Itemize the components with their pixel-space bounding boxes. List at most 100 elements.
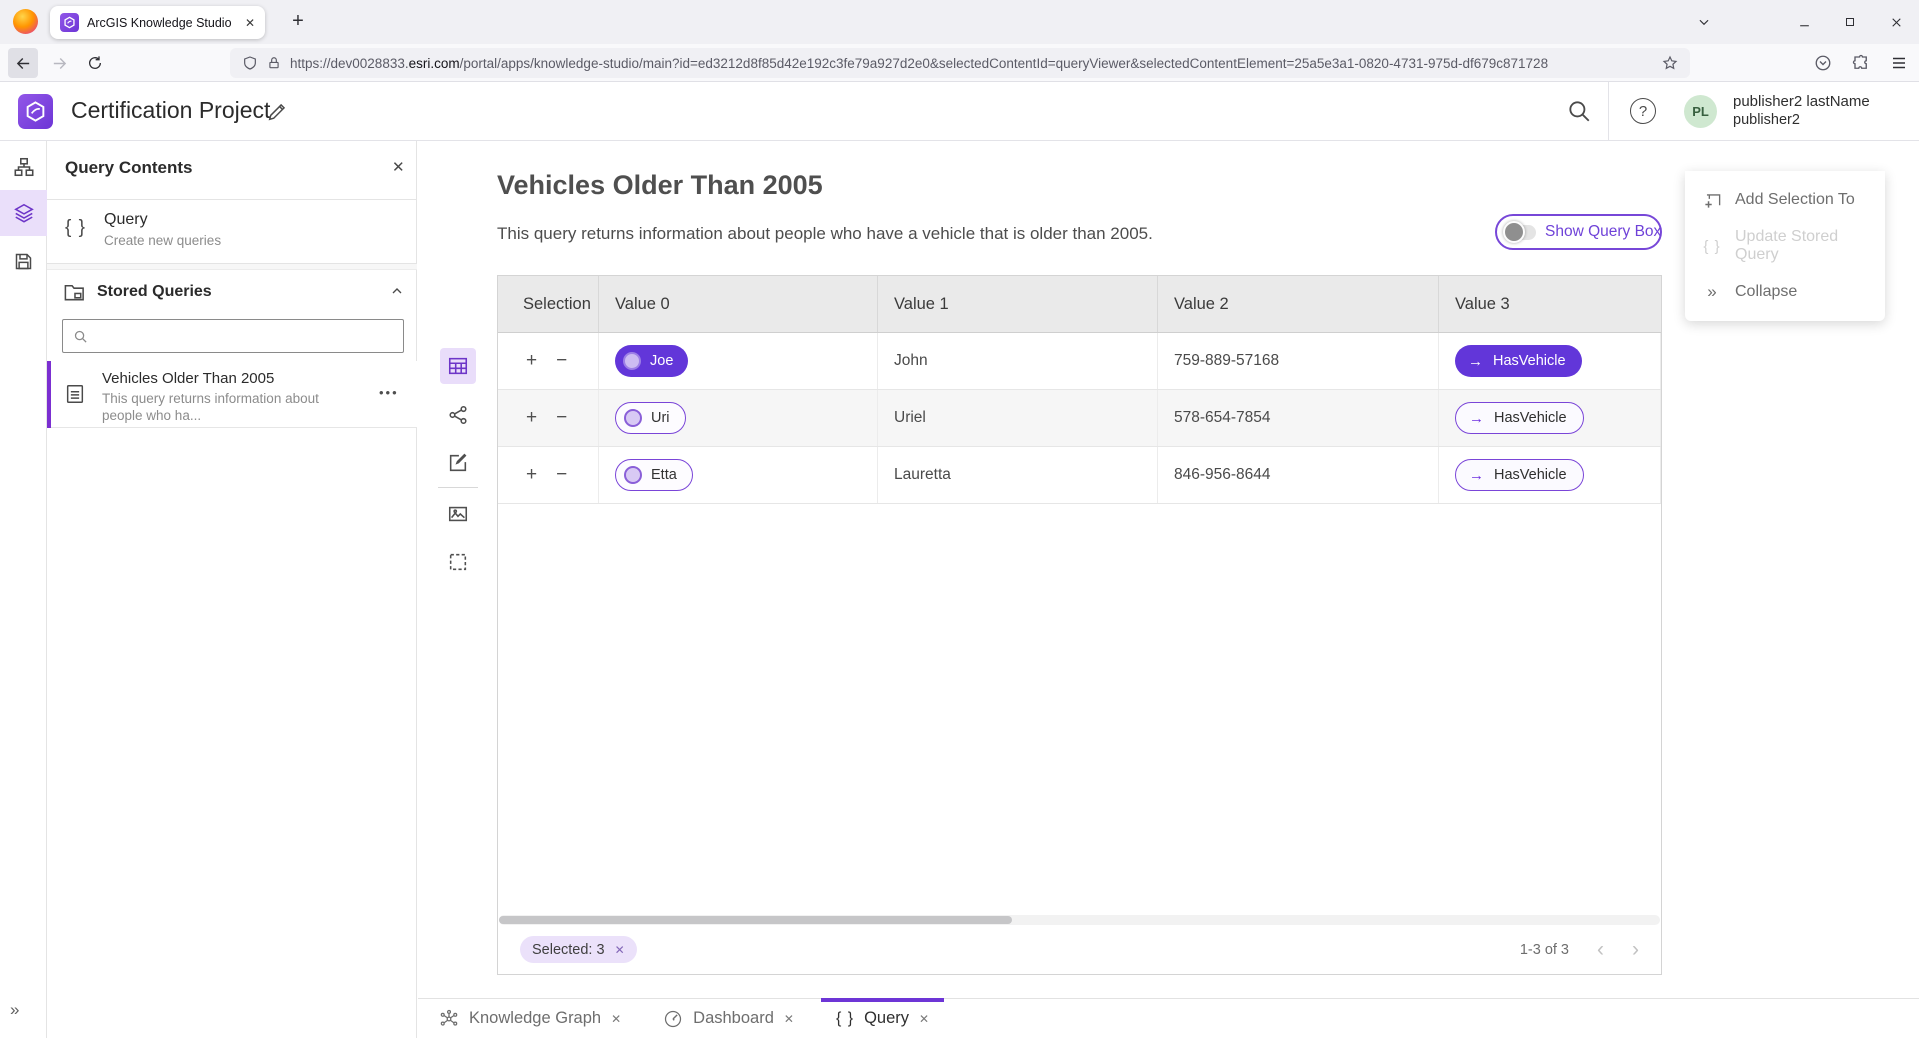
list-all-tabs-icon[interactable]	[1684, 0, 1724, 44]
new-tab-button[interactable]: +	[284, 8, 312, 36]
add-to-selection-icon[interactable]: +	[526, 464, 537, 486]
cell-value2[interactable]: 759-889-57168	[1158, 333, 1439, 389]
table-row: + − Etta Lauretta 846-956-8644 → HasVehi…	[498, 447, 1661, 504]
tracking-shield-icon[interactable]	[242, 55, 258, 71]
reload-button[interactable]	[80, 48, 110, 78]
column-header-value1[interactable]: Value 1	[878, 276, 1158, 332]
forward-button[interactable]	[44, 48, 74, 78]
tab-label: Knowledge Graph	[469, 1009, 601, 1028]
column-header-value2[interactable]: Value 2	[1158, 276, 1439, 332]
tab-label: Query	[864, 1009, 909, 1028]
query-create-item[interactable]: { } Query Create new queries	[47, 200, 417, 263]
bookmark-star-icon[interactable]	[1662, 55, 1678, 71]
help-icon[interactable]: ?	[1630, 98, 1656, 124]
next-page-icon[interactable]: ›	[1632, 939, 1639, 960]
cell-value2[interactable]: 846-956-8644	[1158, 447, 1439, 503]
layers-panel-icon[interactable]	[0, 190, 47, 236]
tab-close-icon[interactable]: ✕	[245, 16, 255, 30]
url-bar[interactable]: https://dev0028833.esri.com/portal/apps/…	[230, 48, 1690, 78]
map-view-icon[interactable]	[440, 496, 476, 532]
add-to-selection-icon[interactable]: +	[526, 350, 537, 372]
remove-from-selection-icon[interactable]: −	[556, 350, 567, 372]
page-description: This query returns information about peo…	[497, 224, 1153, 244]
knowledge-studio-logo	[18, 94, 53, 129]
firefox-icon[interactable]	[13, 9, 38, 34]
panel-close-icon[interactable]: ✕	[392, 158, 405, 176]
cell-value2[interactable]: 578-654-7854	[1158, 390, 1439, 446]
lock-icon[interactable]	[267, 56, 281, 70]
user-name: publisher2 lastName	[1733, 93, 1870, 111]
show-query-box-toggle[interactable]: Show Query Box	[1495, 214, 1662, 250]
stored-queries-section[interactable]: Stored Queries	[47, 270, 417, 316]
table-view-icon[interactable]	[440, 348, 476, 384]
menu-item-add-selection-to[interactable]: Add Selection To	[1685, 180, 1885, 220]
remove-from-selection-icon[interactable]: −	[556, 464, 567, 486]
cell-value1[interactable]: Uriel	[878, 390, 1158, 446]
collapse-icon: »	[1702, 282, 1722, 302]
relationship-pill[interactable]: → HasVehicle	[1455, 459, 1584, 491]
extensions-puzzle-icon[interactable]	[1849, 51, 1873, 75]
browser-tab[interactable]: ArcGIS Knowledge Studio ✕	[50, 6, 265, 39]
entity-pill[interactable]: Joe	[615, 345, 688, 377]
chevron-up-icon[interactable]	[389, 283, 405, 299]
tab-dashboard[interactable]: Dashboard ✕	[648, 999, 809, 1038]
relationship-pill[interactable]: → HasVehicle	[1455, 345, 1582, 377]
user-info[interactable]: publisher2 lastName publisher2	[1733, 93, 1870, 129]
column-header-selection[interactable]: Selection	[498, 276, 599, 332]
hamburger-menu-icon[interactable]	[1887, 51, 1911, 75]
column-header-value3[interactable]: Value 3	[1439, 276, 1661, 332]
window-maximize-icon[interactable]	[1827, 0, 1873, 44]
menu-item-collapse[interactable]: » Collapse	[1685, 272, 1885, 312]
toggle-knob[interactable]	[1503, 221, 1525, 243]
cell-value1[interactable]: John	[878, 333, 1158, 389]
table-header-row: Selection Value 0 Value 1 Value 2 Value …	[498, 276, 1661, 333]
link-chart-view-icon[interactable]	[440, 397, 476, 433]
add-to-selection-icon[interactable]: +	[526, 407, 537, 429]
edit-title-icon[interactable]	[266, 101, 288, 123]
pocket-save-icon[interactable]	[1811, 51, 1835, 75]
entity-pill[interactable]: Uri	[615, 402, 686, 434]
data-model-tree-icon[interactable]	[0, 144, 47, 190]
expand-rail-icon[interactable]: »	[10, 1000, 19, 1020]
search-icon	[73, 329, 88, 344]
page-title: Vehicles Older Than 2005	[497, 170, 823, 201]
scrollbar-thumb[interactable]	[499, 916, 1012, 924]
menu-item-label: Add Selection To	[1735, 191, 1855, 209]
user-avatar[interactable]: PL	[1684, 95, 1717, 128]
select-box-icon[interactable]	[440, 544, 476, 580]
edit-view-icon[interactable]	[440, 445, 476, 481]
selection-context-menu: Add Selection To { } Update Stored Query…	[1685, 171, 1885, 321]
back-button[interactable]	[8, 48, 38, 78]
stored-queries-search-input[interactable]	[62, 319, 404, 353]
clear-selection-icon[interactable]: ✕	[615, 943, 625, 957]
entity-label: Uri	[651, 410, 670, 426]
menu-item-update-stored-query[interactable]: { } Update Stored Query	[1685, 226, 1885, 266]
tab-knowledge-graph[interactable]: Knowledge Graph ✕	[424, 999, 636, 1038]
arrow-right-icon: →	[1468, 353, 1483, 370]
user-username: publisher2	[1733, 111, 1870, 129]
table-footer: Selected: 3 ✕ 1-3 of 3 ‹ ›	[498, 925, 1661, 974]
entity-circle-icon	[623, 352, 641, 370]
previous-page-icon[interactable]: ‹	[1597, 939, 1604, 960]
selected-count-chip[interactable]: Selected: 3 ✕	[520, 936, 637, 963]
remove-from-selection-icon[interactable]: −	[556, 407, 567, 429]
horizontal-scrollbar[interactable]	[499, 915, 1660, 925]
stored-query-options-icon[interactable]: •••	[379, 385, 399, 400]
window-close-icon[interactable]	[1873, 0, 1919, 44]
entity-pill[interactable]: Etta	[615, 459, 693, 491]
tab-close-icon[interactable]: ✕	[919, 1012, 929, 1026]
stored-query-item[interactable]: Vehicles Older Than 2005 This query retu…	[47, 361, 417, 428]
header-search-icon[interactable]	[1566, 98, 1592, 124]
tab-query[interactable]: { } Query ✕	[821, 999, 944, 1038]
tab-close-icon[interactable]: ✕	[784, 1012, 794, 1026]
menu-item-label: Collapse	[1735, 283, 1797, 301]
window-minimize-icon[interactable]	[1781, 0, 1827, 44]
tab-close-icon[interactable]: ✕	[611, 1012, 621, 1026]
column-header-value0[interactable]: Value 0	[599, 276, 878, 332]
relationship-pill[interactable]: → HasVehicle	[1455, 402, 1584, 434]
menu-item-label: Update Stored Query	[1735, 228, 1868, 264]
stored-query-description: This query returns information about peo…	[102, 390, 352, 424]
save-icon[interactable]	[0, 238, 47, 284]
header-divider	[1608, 82, 1609, 140]
cell-value1[interactable]: Lauretta	[878, 447, 1158, 503]
